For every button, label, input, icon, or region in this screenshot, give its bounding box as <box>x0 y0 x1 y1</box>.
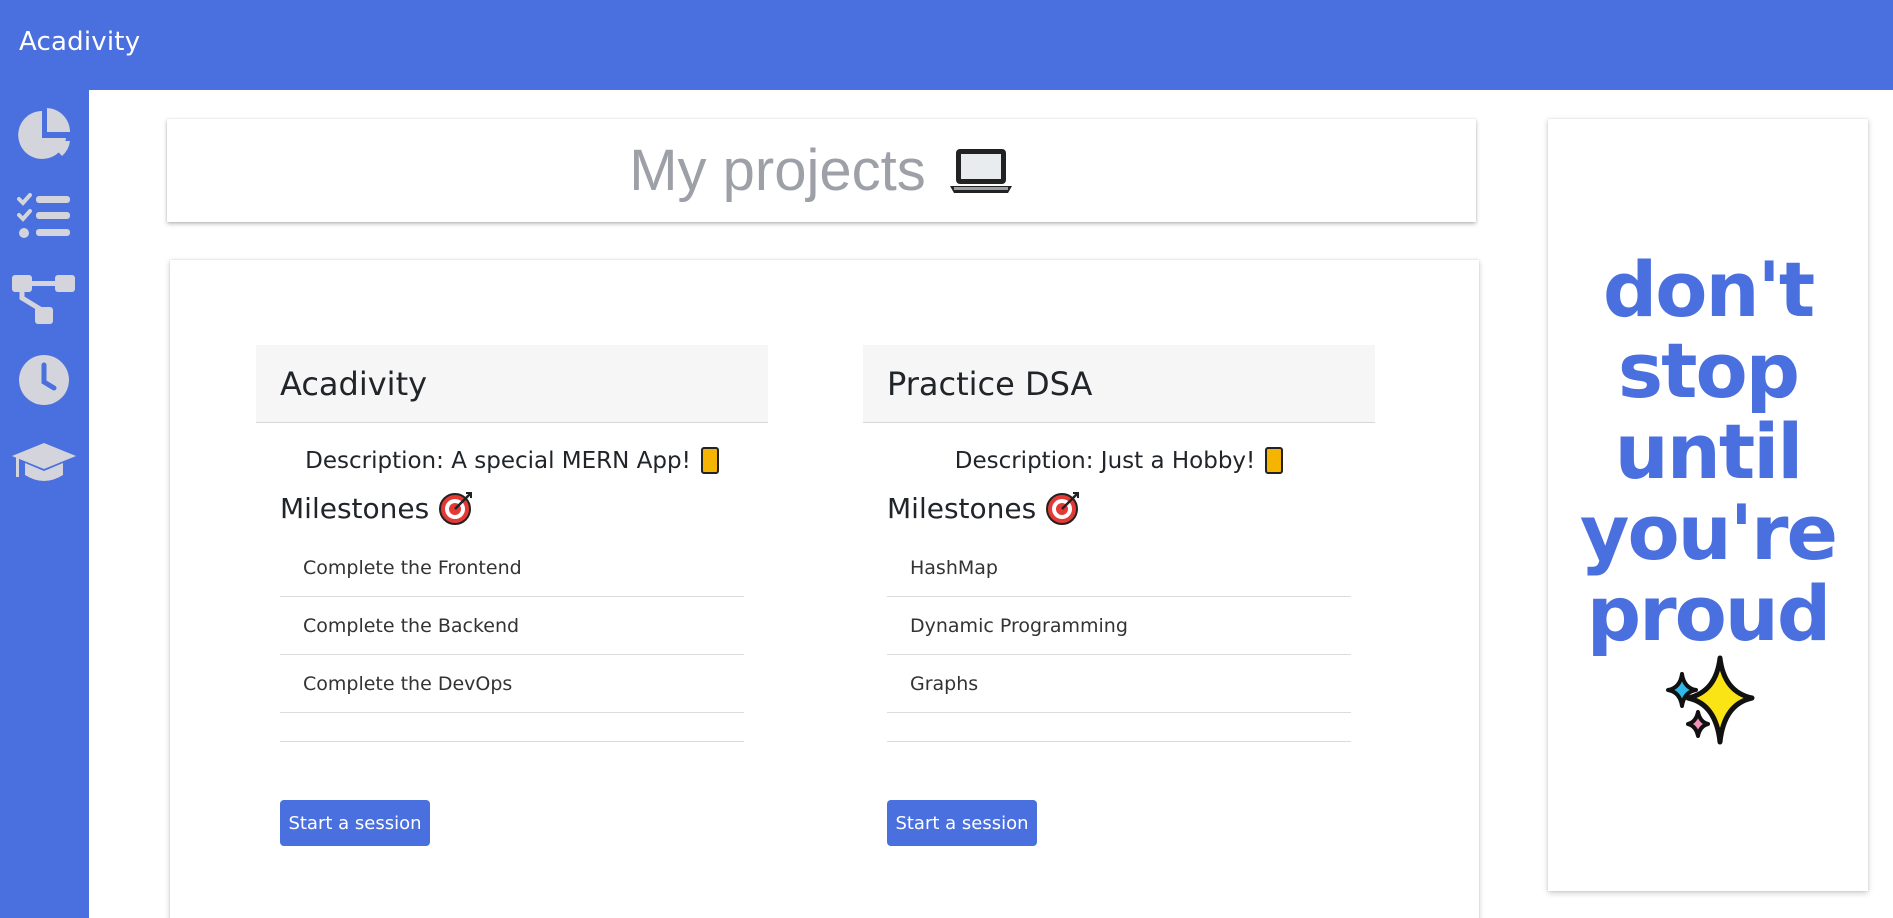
target-icon <box>1046 492 1080 525</box>
sidebar-item-dashboard[interactable] <box>8 102 80 168</box>
sidebar-item-courses[interactable] <box>8 430 80 496</box>
clock-icon <box>19 355 69 405</box>
page-title: My projects <box>629 138 926 203</box>
laptop-icon <box>949 148 1012 193</box>
sidebar-item-roadmap[interactable] <box>8 266 80 332</box>
milestone-item[interactable]: HashMap <box>887 539 1351 597</box>
milestones-heading: Milestones <box>863 491 1375 525</box>
milestone-item[interactable]: Graphs <box>887 655 1351 713</box>
milestone-item[interactable]: Complete the Frontend <box>280 539 744 597</box>
project-header: Practice DSA <box>863 345 1375 423</box>
hierarchy-icon <box>12 275 75 324</box>
motivational-quote: don't stop until you're proud <box>1579 245 1838 658</box>
milestone-item[interactable]: Complete the DevOps <box>280 655 744 713</box>
app-brand[interactable]: Acadivity <box>19 27 140 57</box>
checklist-icon <box>17 193 70 238</box>
sidebar <box>0 90 89 918</box>
sparkles-icon <box>1666 655 1755 745</box>
project-card: Acadivity Description: A special MERN Ap… <box>256 345 768 846</box>
start-session-button[interactable]: Start a session <box>280 800 430 846</box>
milestone-list-divider <box>887 713 1351 742</box>
target-icon <box>439 492 473 525</box>
graduation-cap-icon <box>12 443 76 481</box>
project-card: Practice DSA Description: Just a Hobby! … <box>863 345 1375 846</box>
project-header: Acadivity <box>256 345 768 423</box>
sidebar-item-tasks[interactable] <box>8 184 80 250</box>
milestone-list-divider <box>280 713 744 742</box>
milestone-list: HashMap Dynamic Programming Graphs <box>887 539 1351 742</box>
project-description: Description: Just a Hobby! <box>863 447 1375 474</box>
sidebar-item-timer[interactable] <box>8 347 80 413</box>
milestone-item[interactable]: Dynamic Programming <box>887 597 1351 655</box>
project-description: Description: A special MERN App! <box>256 447 768 474</box>
motivation-card: don't stop until you're proud <box>1548 119 1868 891</box>
project-name: Acadivity <box>280 364 428 403</box>
pie-chart-icon <box>18 108 71 159</box>
mobile-phone-icon <box>1265 447 1284 474</box>
project-name: Practice DSA <box>887 364 1093 403</box>
page-title-card: My projects <box>167 119 1476 222</box>
milestone-item[interactable]: Complete the Backend <box>280 597 744 655</box>
projects-panel: Acadivity Description: A special MERN Ap… <box>170 260 1479 918</box>
top-navbar: Acadivity <box>0 0 1893 90</box>
milestone-list: Complete the Frontend Complete the Backe… <box>280 539 744 742</box>
milestones-heading: Milestones <box>256 491 768 525</box>
mobile-phone-icon <box>700 447 719 474</box>
start-session-button[interactable]: Start a session <box>887 800 1037 846</box>
